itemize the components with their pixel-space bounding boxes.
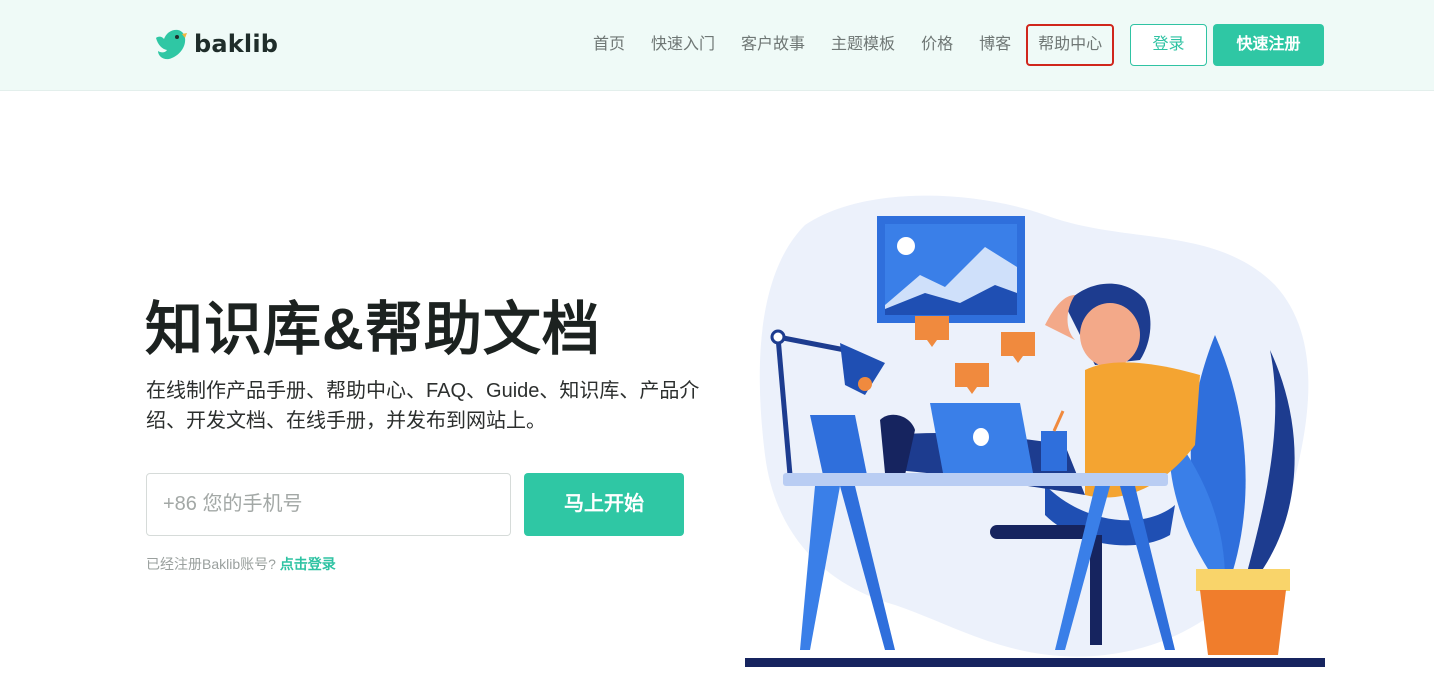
login-hint-text: 已经注册Baklib账号? xyxy=(146,556,276,572)
hero-illustration xyxy=(745,195,1325,667)
login-hint: 已经注册Baklib账号? 点击登录 xyxy=(146,554,336,574)
nav-home[interactable]: 首页 xyxy=(580,24,638,66)
login-button[interactable]: 登录 xyxy=(1130,24,1207,66)
login-link[interactable]: 点击登录 xyxy=(280,556,336,572)
top-header: baklib 首页 快速入门 客户故事 主题模板 价格 博客 帮助中心 登录 快… xyxy=(0,0,1434,91)
nav-quick-start[interactable]: 快速入门 xyxy=(638,24,728,66)
main-nav: 首页 快速入门 客户故事 主题模板 价格 博客 帮助中心 xyxy=(580,24,1115,66)
logo[interactable]: baklib xyxy=(152,26,278,62)
phone-input[interactable] xyxy=(146,473,511,536)
picture-frame xyxy=(877,216,1025,323)
hero-subtitle: 在线制作产品手册、帮助中心、FAQ、Guide、知识库、产品介绍、开发文档、在线… xyxy=(146,380,700,432)
register-button[interactable]: 快速注册 xyxy=(1213,24,1324,66)
nav-pricing[interactable]: 价格 xyxy=(908,24,966,66)
hero-title: 知识库&帮助文档 xyxy=(145,297,601,362)
nav-blog[interactable]: 博客 xyxy=(966,24,1024,66)
start-button[interactable]: 马上开始 xyxy=(524,473,684,536)
nav-themes[interactable]: 主题模板 xyxy=(818,24,908,66)
nav-customer-stories[interactable]: 客户故事 xyxy=(728,24,818,66)
nav-help-center[interactable]: 帮助中心 xyxy=(1026,24,1115,66)
logo-text: baklib xyxy=(194,30,279,58)
parrot-logo-icon xyxy=(156,29,187,60)
